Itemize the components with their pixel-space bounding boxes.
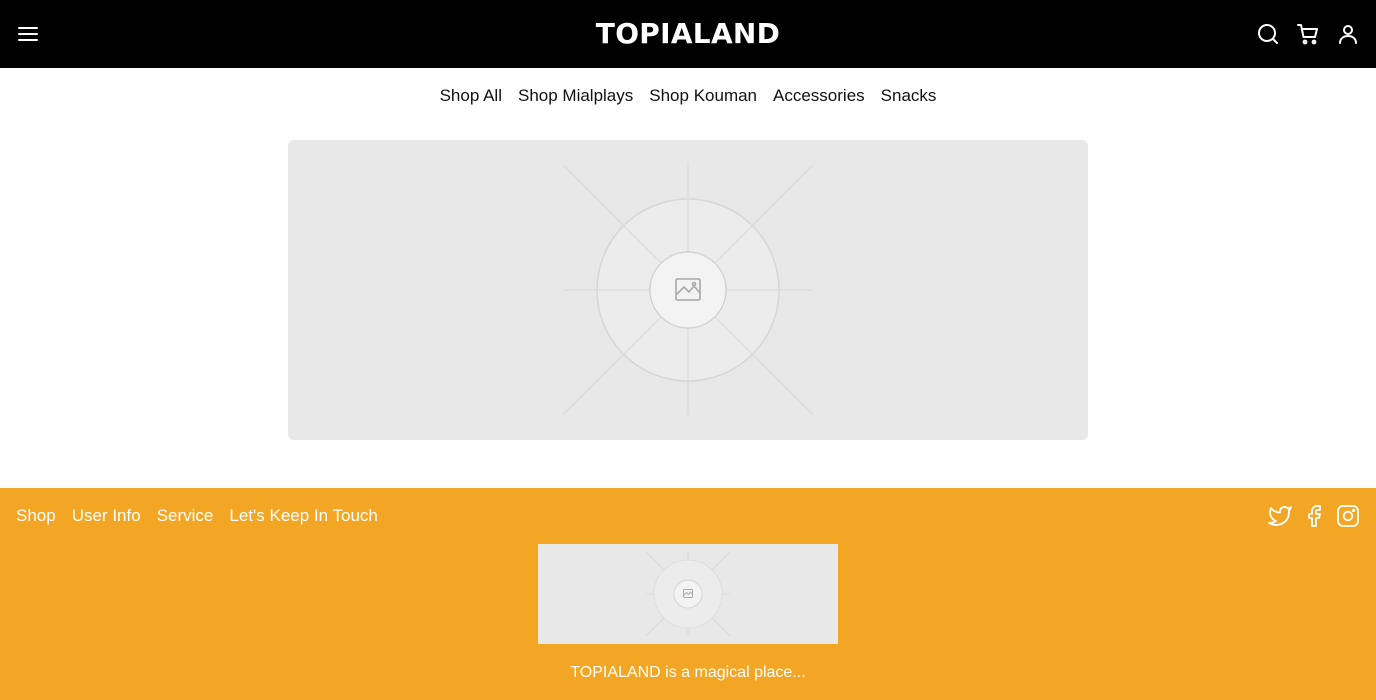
footer: Shop User Info Service Let's Keep In Tou… bbox=[0, 488, 1376, 700]
nav-shop-kouman[interactable]: Shop Kouman bbox=[649, 68, 757, 124]
nav-shop-mialplays[interactable]: Shop Mialplays bbox=[518, 68, 633, 124]
facebook-icon[interactable] bbox=[1302, 504, 1326, 528]
footer-tagline: TOPIALAND is a magical place... bbox=[570, 664, 806, 681]
search-icon[interactable] bbox=[1256, 22, 1280, 46]
image-placeholder-icon bbox=[645, 551, 731, 637]
footer-link-service[interactable]: Service bbox=[157, 506, 214, 526]
category-nav: Shop All Shop Mialplays Shop Kouman Acce… bbox=[0, 68, 1376, 124]
footer-links: Shop User Info Service Let's Keep In Tou… bbox=[16, 506, 378, 526]
instagram-icon[interactable] bbox=[1336, 504, 1360, 528]
footer-link-shop[interactable]: Shop bbox=[16, 506, 56, 526]
social-links bbox=[1268, 504, 1360, 528]
image-placeholder-icon bbox=[562, 164, 814, 416]
nav-shop-all[interactable]: Shop All bbox=[440, 68, 502, 124]
twitter-icon[interactable] bbox=[1268, 504, 1292, 528]
header-actions bbox=[1256, 22, 1360, 46]
footer-logo-placeholder bbox=[538, 544, 838, 644]
brand-logo: TOPIALAND bbox=[0, 17, 1376, 51]
cart-icon[interactable] bbox=[1296, 22, 1320, 46]
footer-link-user-info[interactable]: User Info bbox=[72, 506, 141, 526]
nav-snacks[interactable]: Snacks bbox=[881, 68, 937, 124]
user-icon[interactable] bbox=[1336, 22, 1360, 46]
top-header: TOPIALAND bbox=[0, 0, 1376, 68]
hero-image-placeholder bbox=[288, 140, 1088, 440]
nav-accessories[interactable]: Accessories bbox=[773, 68, 865, 124]
footer-link-keep-in-touch[interactable]: Let's Keep In Touch bbox=[229, 506, 377, 526]
brand-link[interactable]: TOPIALAND bbox=[596, 17, 780, 50]
